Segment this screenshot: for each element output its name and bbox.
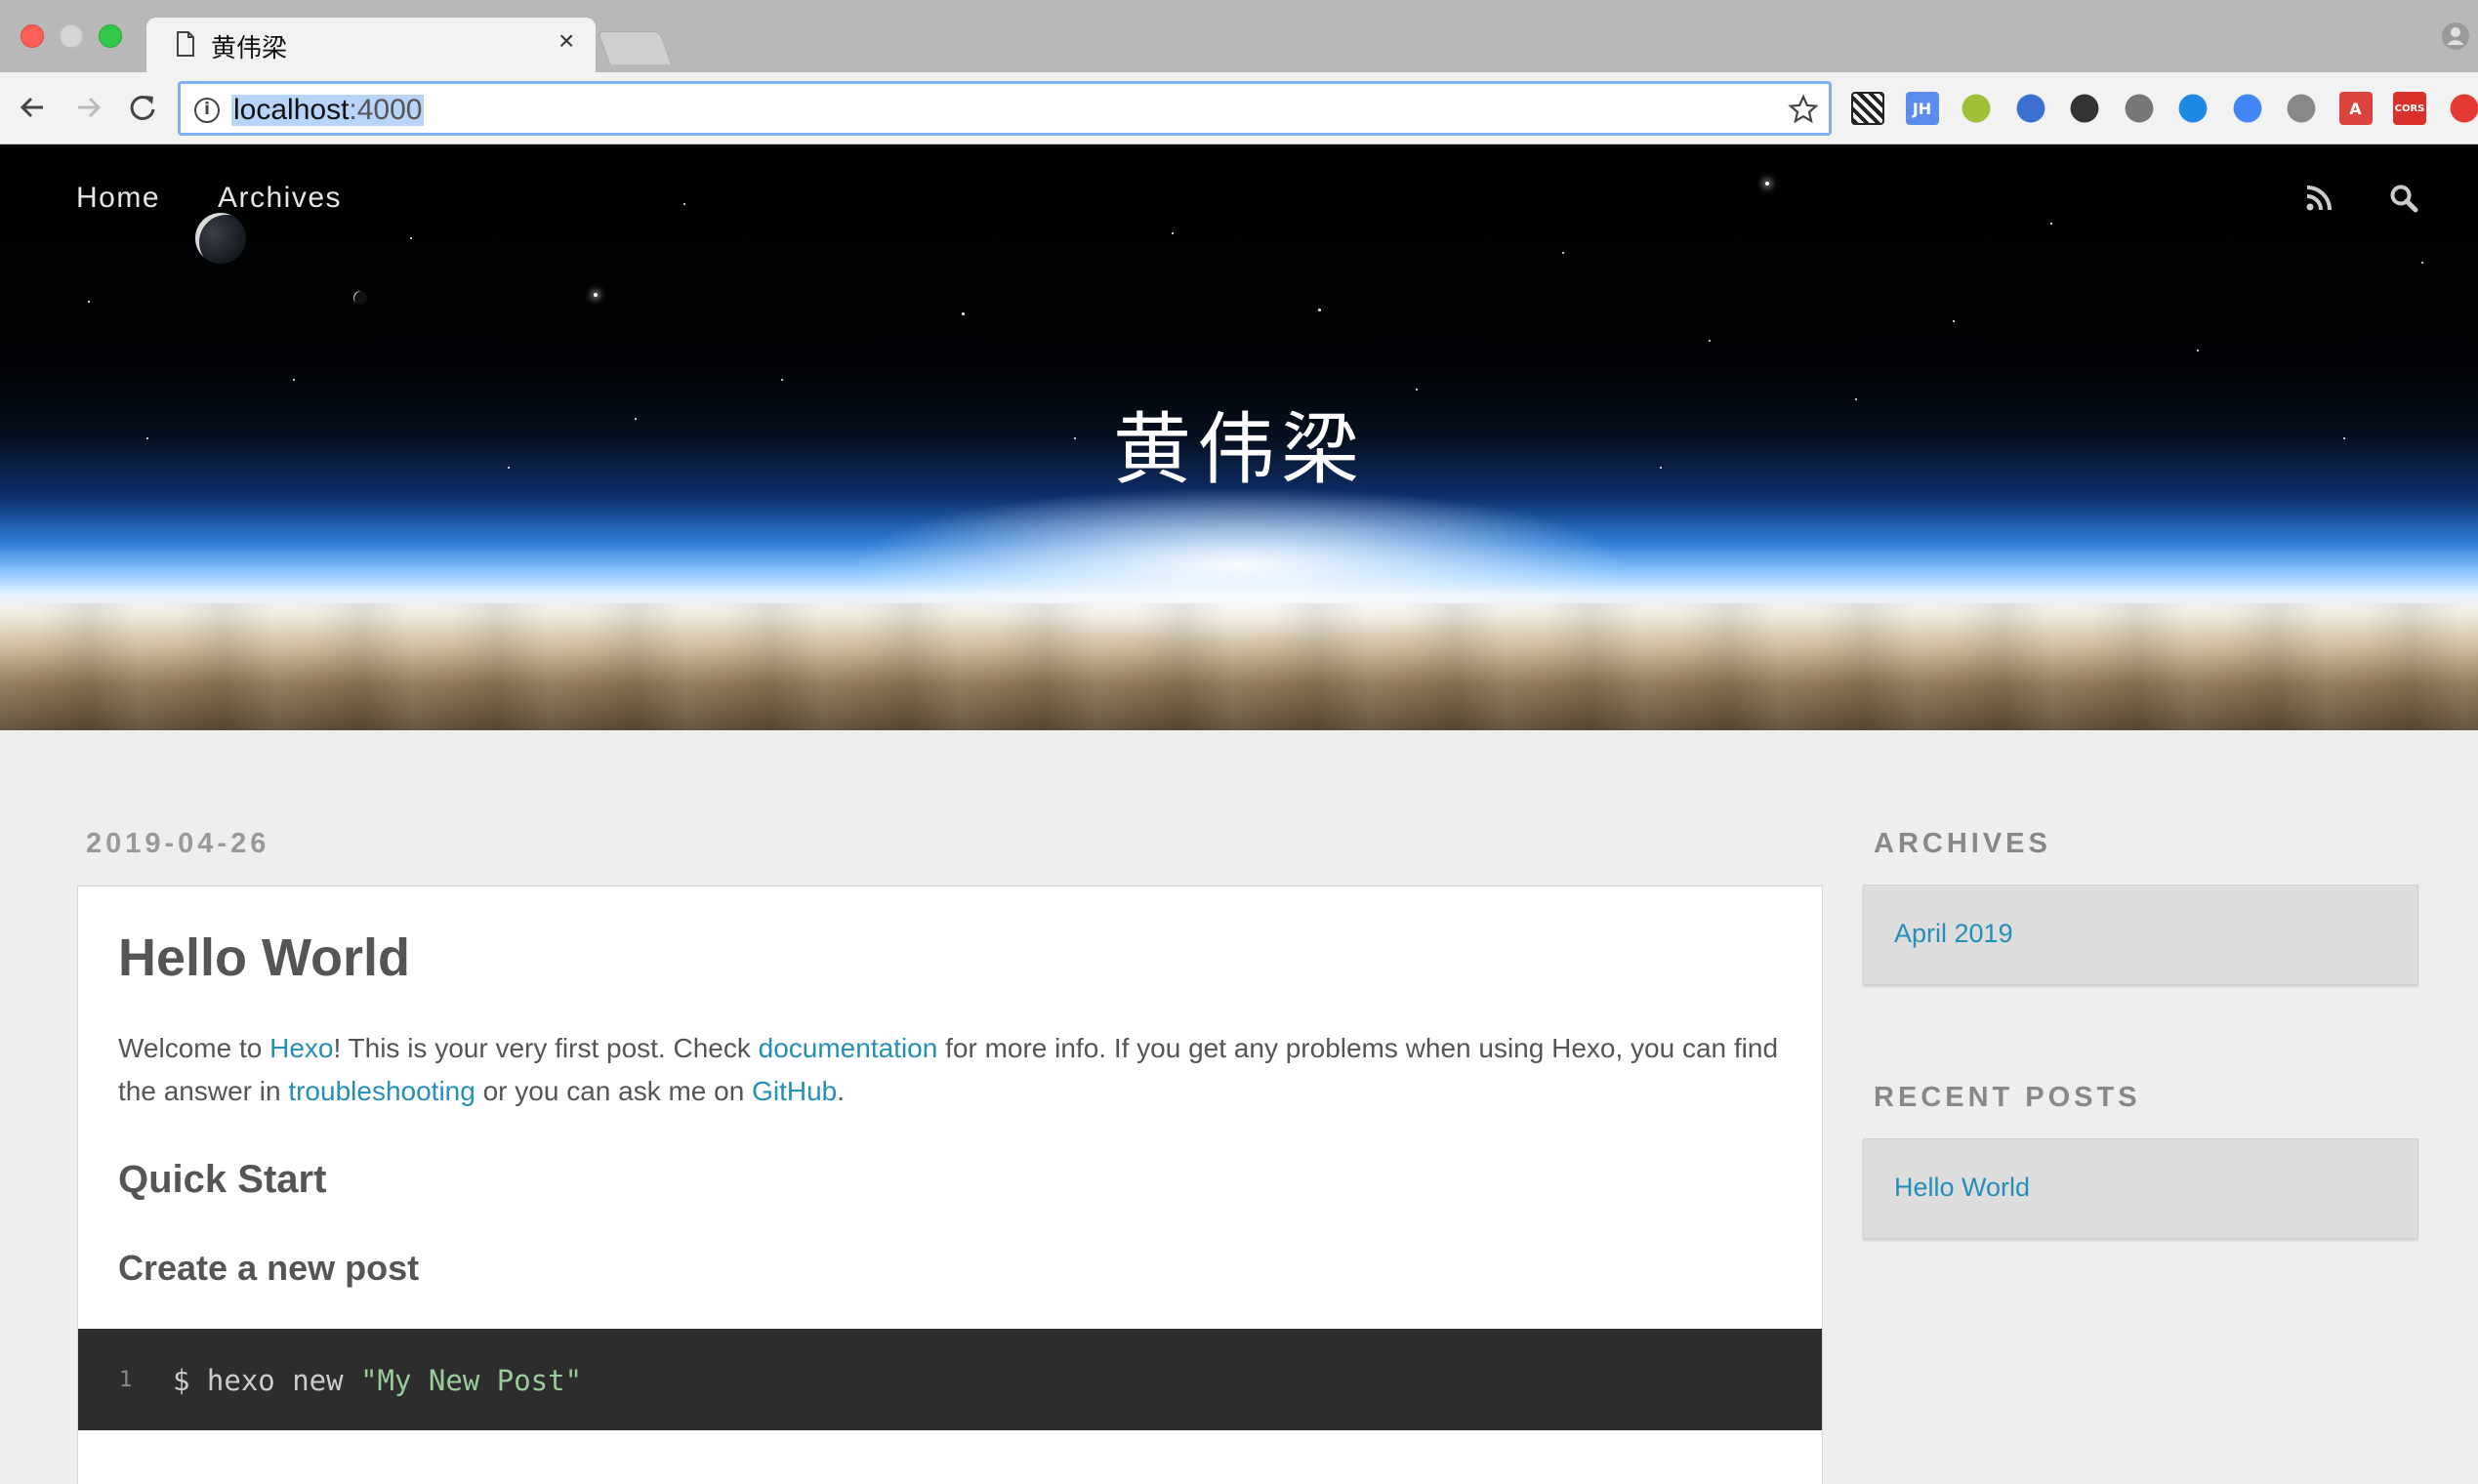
star-dot (1953, 320, 1955, 322)
pocket-extension-icon[interactable] (2178, 94, 2208, 123)
android-extension-icon[interactable] (1962, 94, 1991, 123)
star-dot (2050, 223, 2052, 225)
blog-banner: Home Archives 黄伟梁 (0, 144, 2478, 730)
file-icon (177, 31, 194, 57)
archive-month-link[interactable]: April 2019 (1894, 919, 2013, 949)
recent-posts-widget-title: RECENT POSTS (1874, 1082, 2141, 1113)
window-minimize-button[interactable] (60, 24, 83, 48)
tab-title: 黄伟梁 (211, 34, 288, 63)
a-extension-icon[interactable]: A (2338, 92, 2373, 125)
search-icon[interactable] (2389, 184, 2418, 213)
star-dot (683, 203, 685, 205)
site-title: 黄伟梁 (1113, 404, 1365, 495)
camera-extension-icon[interactable] (2287, 94, 2316, 123)
url-host: localhost (233, 94, 350, 126)
hexo-link[interactable]: Hexo (269, 1033, 333, 1063)
code-string: "My New Post" (360, 1364, 583, 1397)
url-text: localhost:4000 (231, 94, 425, 126)
profile-icon[interactable] (2441, 21, 2470, 51)
article-card: Hello World Welcome to Hexo! This is you… (77, 886, 1823, 1484)
star-dot (962, 312, 965, 315)
browser-toolbar: i localhost:4000 JH A CORS (0, 72, 2478, 144)
cloud-layer (0, 603, 2478, 730)
new-tab-button[interactable] (597, 31, 673, 64)
intro-text: ! This is your very first post. Check (333, 1033, 759, 1063)
reload-icon[interactable] (123, 88, 162, 127)
jh-extension-icon[interactable]: JH (1905, 92, 1939, 125)
small-moon-image (353, 291, 367, 305)
star-dot (1318, 309, 1321, 311)
cast-extension-icon[interactable] (2125, 94, 2153, 123)
code-line: $ hexo new "My New Post" (173, 1364, 582, 1397)
star-dot (2421, 262, 2423, 264)
bookmark-star-icon[interactable] (1788, 94, 1819, 125)
code-line-number: 1 (119, 1368, 133, 1392)
github-link[interactable]: GitHub (752, 1076, 837, 1106)
upload-extension-icon[interactable] (2450, 94, 2478, 123)
rss-icon[interactable] (2304, 184, 2333, 213)
qr-code-extension-icon[interactable] (1851, 92, 1884, 125)
code-block: 1 $ hexo new "My New Post" (78, 1329, 1822, 1430)
intro-text: or you can ask me on (475, 1076, 753, 1106)
intro-text: Welcome to (118, 1033, 270, 1063)
intro-text: . (837, 1076, 846, 1106)
star-dot (293, 379, 295, 381)
troubleshooting-link[interactable]: troubleshooting (288, 1076, 475, 1106)
window-close-button[interactable] (21, 24, 44, 48)
nav-archives-link[interactable]: Archives (218, 182, 342, 215)
star-dot (410, 237, 412, 239)
recent-posts-widget: Hello World (1863, 1138, 2418, 1239)
create-post-heading: Create a new post (118, 1248, 420, 1288)
article-title[interactable]: Hello World (118, 928, 410, 988)
tab-close-button[interactable]: × (558, 27, 574, 55)
code-command: $ hexo new (173, 1364, 361, 1397)
url-port: :4000 (349, 94, 423, 126)
back-arrow-icon[interactable] (14, 88, 53, 127)
nav-home-link[interactable]: Home (76, 182, 160, 215)
star-dot (2197, 350, 2199, 351)
forward-arrow-icon[interactable] (68, 88, 107, 127)
window-zoom-button[interactable] (99, 24, 122, 48)
article-intro: Welcome to Hexo! This is your very first… (118, 1027, 1797, 1113)
browser-tab-strip: 黄伟梁 × (0, 0, 2478, 72)
translate-extension-icon[interactable] (2233, 94, 2261, 123)
address-bar[interactable]: i localhost:4000 (178, 81, 1832, 136)
star-dot (781, 379, 783, 381)
archives-widget-title: ARCHIVES (1874, 828, 2051, 859)
star-dot (594, 293, 598, 297)
post-date[interactable]: 2019-04-26 (86, 828, 269, 860)
globe-extension-icon[interactable] (2016, 94, 2044, 123)
moon-image (195, 213, 246, 264)
archives-widget: April 2019 (1863, 885, 2418, 985)
cors-extension-icon[interactable]: CORS (2393, 92, 2426, 125)
coffee-extension-icon[interactable] (2070, 94, 2099, 123)
info-icon[interactable]: i (194, 98, 220, 123)
star-dot (88, 301, 90, 303)
documentation-link[interactable]: documentation (759, 1033, 938, 1063)
recent-post-link[interactable]: Hello World (1894, 1173, 2030, 1203)
star-dot (1709, 340, 1711, 342)
quick-start-heading: Quick Start (118, 1158, 327, 1201)
star-dot (1172, 232, 1174, 234)
star-dot (1765, 182, 1769, 186)
star-dot (1562, 252, 1564, 254)
